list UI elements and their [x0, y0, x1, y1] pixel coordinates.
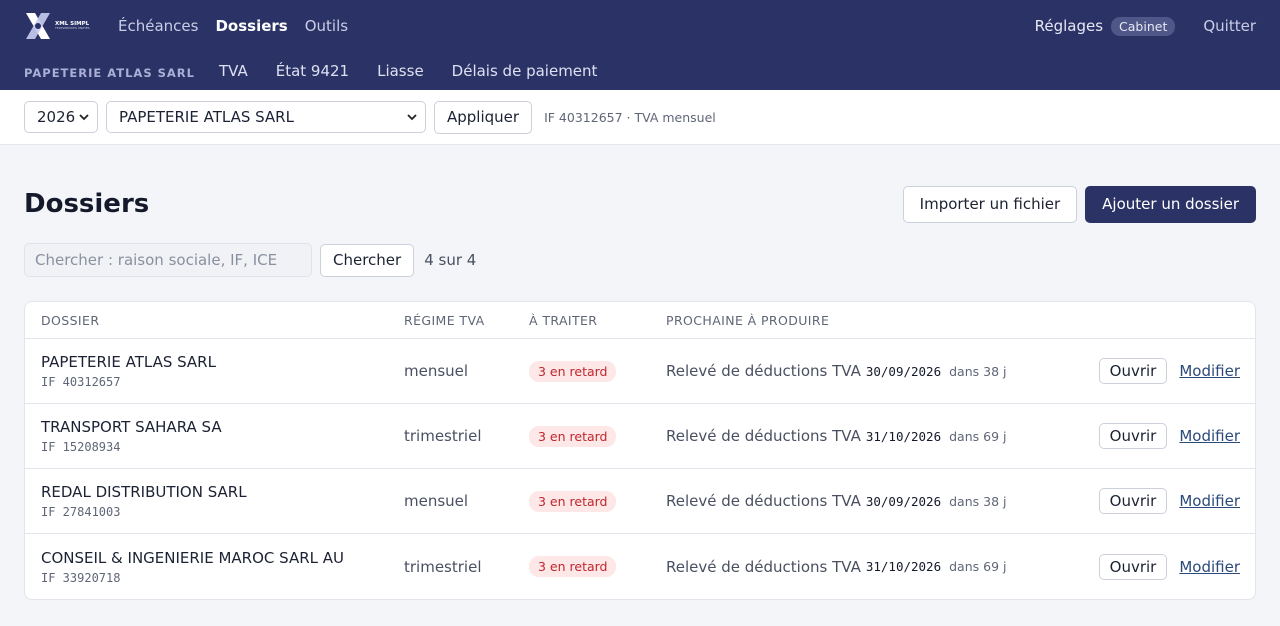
subnav-etat-9421[interactable]: État 9421 — [276, 62, 349, 80]
next-date: 31/10/2026 — [865, 428, 942, 444]
search-input[interactable]: Chercher : raison sociale, IF, ICE — [24, 243, 312, 277]
logo-subtext: TELESERVICES UNIFIES — [55, 26, 90, 31]
settings-badge: Cabinet — [1111, 16, 1176, 36]
table-header: DOSSIER RÉGIME TVA À TRAITER PROCHAINE À… — [25, 302, 1255, 339]
status-badge: 3 en retard — [529, 490, 617, 512]
chevron-down-icon — [407, 113, 417, 120]
regime-tva: mensuel — [404, 492, 469, 510]
next-date: 31/10/2026 — [865, 559, 942, 574]
next-declaration: Relevé de déductions TVA — [666, 362, 861, 380]
dossier-name: PAPETERIE ATLAS SARL — [41, 353, 216, 371]
dossier-if: IF 15208934 — [41, 440, 121, 454]
result-count: 4 sur 4 — [424, 251, 477, 269]
edit-link[interactable]: Modifier — [1179, 558, 1240, 576]
dossier-name: CONSEIL & INGENIERIE MAROC SARL AU — [41, 548, 344, 567]
add-dossier-button[interactable]: Ajouter un dossier — [1085, 185, 1256, 223]
next-declaration: Relevé de déductions TVA — [666, 492, 861, 510]
chevron-down-icon — [79, 113, 89, 120]
subnav-tva[interactable]: TVA — [219, 62, 248, 80]
next-delay: dans 69 j — [949, 559, 1007, 574]
open-button[interactable]: Ouvrir — [1098, 553, 1168, 580]
nav-echeances[interactable]: Échéances — [118, 17, 198, 35]
next-declaration: Relevé de déductions TVA — [666, 557, 861, 576]
next-delay: dans 69 j — [949, 428, 1007, 444]
top-navigation-bar: XML SIMPL TELESERVICES UNIFIES Échéances… — [0, 0, 1280, 90]
import-file-button[interactable]: Importer un fichier — [902, 185, 1078, 223]
company-select-value: PAPETERIE ATLAS SARL — [119, 108, 294, 126]
subnav-delais-paiement[interactable]: Délais de paiement — [452, 62, 598, 80]
status-badge: 3 en retard — [529, 425, 617, 447]
next-date: 30/09/2026 — [865, 493, 942, 509]
search-button[interactable]: Chercher — [320, 243, 415, 277]
filter-bar: 2026 PAPETERIE ATLAS SARL Appliquer IF 4… — [0, 90, 1280, 145]
header-prochaine[interactable]: PROCHAINE À PRODUIRE — [666, 313, 1095, 328]
year-select-value: 2026 — [37, 108, 76, 126]
edit-link[interactable]: Modifier — [1179, 427, 1240, 445]
edit-link[interactable]: Modifier — [1179, 492, 1240, 510]
dossier-if: IF 27841003 — [41, 505, 121, 519]
edit-link[interactable]: Modifier — [1179, 362, 1240, 380]
company-info: IF 40312657 · TVA mensuel — [544, 109, 716, 125]
dossier-if: IF 33920718 — [41, 570, 121, 585]
table-row: PAPETERIE ATLAS SARL IF 40312657 mensuel… — [25, 339, 1255, 404]
apply-button[interactable]: Appliquer — [434, 100, 533, 134]
year-select[interactable]: 2026 — [24, 101, 98, 133]
app-logo[interactable]: XML SIMPL TELESERVICES UNIFIES — [24, 9, 100, 43]
header-regime-tva[interactable]: RÉGIME TVA — [404, 313, 529, 328]
settings-link[interactable]: Réglages — [1035, 17, 1103, 35]
status-badge: 3 en retard — [529, 556, 617, 577]
regime-tva: trimestriel — [404, 557, 482, 576]
table-row: TRANSPORT SAHARA SA IF 15208934 trimestr… — [25, 404, 1255, 469]
regime-tva: trimestriel — [404, 427, 482, 445]
next-declaration: Relevé de déductions TVA — [666, 427, 861, 445]
open-button[interactable]: Ouvrir — [1098, 423, 1168, 449]
next-delay: dans 38 j — [949, 493, 1007, 509]
dossiers-table: DOSSIER RÉGIME TVA À TRAITER PROCHAINE À… — [24, 301, 1256, 600]
dossier-name: TRANSPORT SAHARA SA — [41, 418, 222, 436]
quit-link[interactable]: Quitter — [1203, 17, 1256, 35]
company-select[interactable]: PAPETERIE ATLAS SARL — [106, 101, 426, 133]
regime-tva: mensuel — [404, 362, 469, 380]
page-title: Dossiers — [24, 189, 150, 219]
logo-icon — [26, 13, 50, 39]
subnav-liasse[interactable]: Liasse — [377, 62, 424, 80]
company-subnav: TVA État 9421 Liasse Délais de paiement — [219, 62, 597, 80]
open-button[interactable]: Ouvrir — [1098, 358, 1168, 384]
header-dossier[interactable]: DOSSIER — [25, 313, 404, 328]
next-date: 30/09/2026 — [865, 363, 942, 379]
main-nav: Échéances Dossiers Outils — [118, 17, 348, 35]
nav-outils[interactable]: Outils — [305, 17, 348, 35]
dossier-name: REDAL DISTRIBUTION SARL — [41, 483, 247, 501]
header-a-traiter[interactable]: À TRAITER — [529, 313, 666, 328]
status-badge: 3 en retard — [529, 360, 617, 382]
table-row: REDAL DISTRIBUTION SARL IF 27841003 mens… — [25, 469, 1255, 534]
nav-dossiers[interactable]: Dossiers — [215, 17, 287, 35]
table-row: CONSEIL & INGENIERIE MAROC SARL AU IF 33… — [25, 534, 1255, 599]
current-company-name: PAPETERIE ATLAS SARL — [24, 65, 195, 80]
open-button[interactable]: Ouvrir — [1098, 488, 1168, 514]
dossier-if: IF 40312657 — [41, 375, 121, 389]
next-delay: dans 38 j — [949, 363, 1007, 379]
